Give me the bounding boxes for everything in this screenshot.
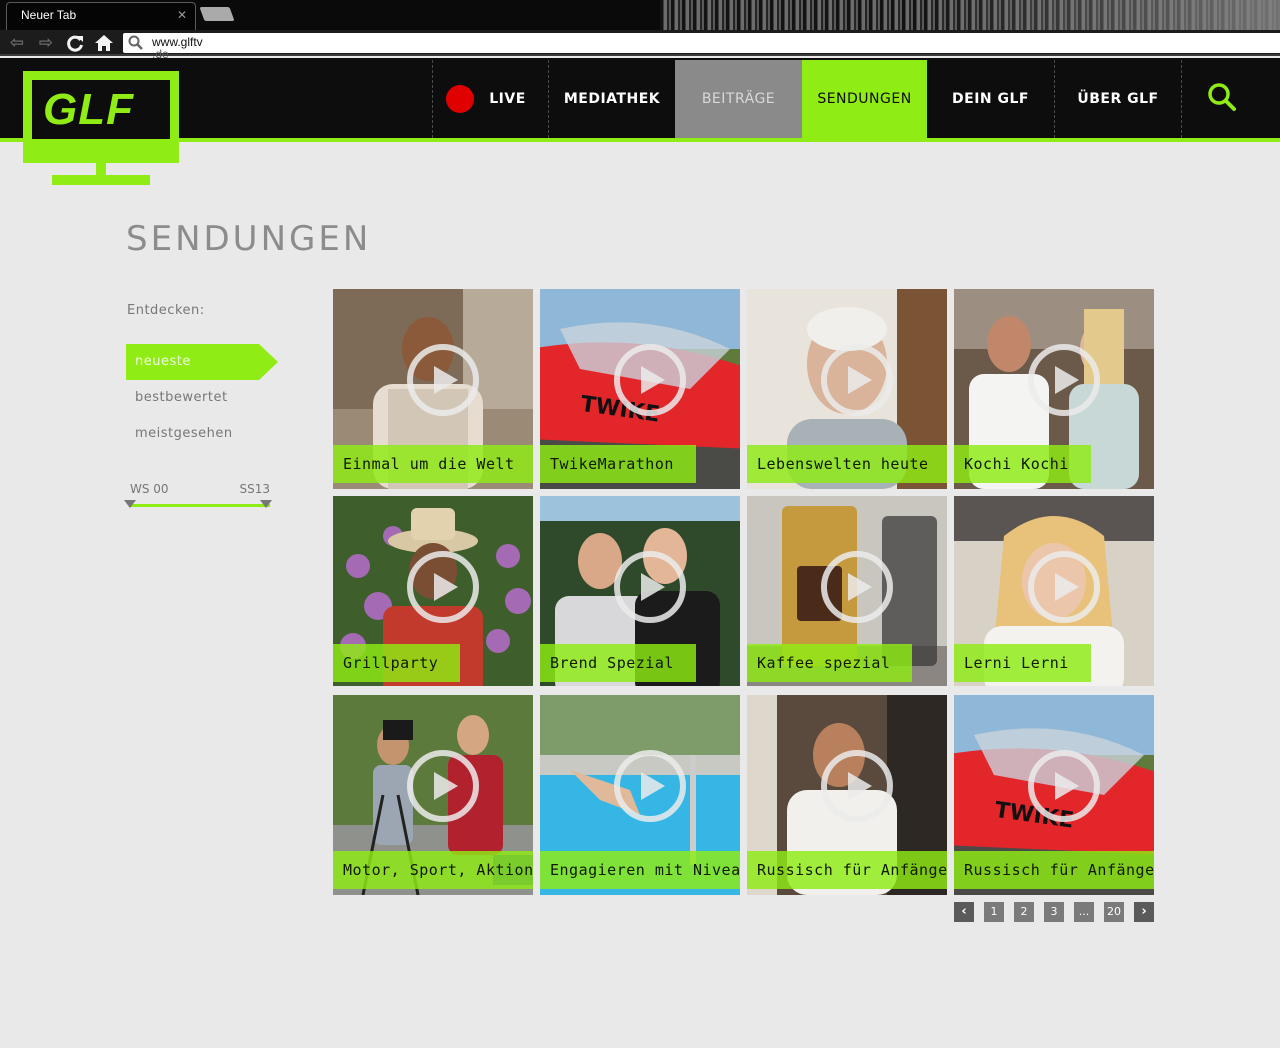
- show-title: Motor, Sport, Aktion: [333, 851, 533, 889]
- semester-range-slider: WS 00 SS13: [124, 480, 276, 510]
- show-tile[interactable]: Engagieren mit Niveau: [540, 695, 740, 895]
- forward-arrow-icon[interactable]: ⇨: [35, 33, 57, 53]
- nav-live[interactable]: LIVE: [432, 60, 548, 138]
- nav-mediathek-label: MEDIATHEK: [563, 91, 661, 107]
- logo-text: GLF: [43, 85, 134, 134]
- pagination-prev-icon[interactable]: ‹: [954, 902, 974, 922]
- pagination-page[interactable]: 20: [1104, 902, 1124, 922]
- reload-icon[interactable]: [64, 33, 86, 53]
- range-from-label: WS 00: [130, 482, 169, 496]
- show-tile[interactable]: TWIKE TwikeMarathon: [540, 289, 740, 489]
- show-title: Brend Spezial: [540, 644, 696, 682]
- show-tile[interactable]: Motor, Sport, Aktion: [333, 695, 533, 895]
- show-tile[interactable]: Einmal um die Welt: [333, 289, 533, 489]
- play-icon[interactable]: [819, 748, 895, 824]
- nav-ueber-glf[interactable]: ÜBER GLF: [1054, 60, 1181, 138]
- back-arrow-icon[interactable]: ⇦: [6, 33, 28, 53]
- nav-ueber-glf-label: ÜBER GLF: [1077, 91, 1159, 107]
- range-to-label: SS13: [239, 482, 270, 496]
- pagination-page[interactable]: 1: [984, 902, 1004, 922]
- play-icon[interactable]: [612, 342, 688, 418]
- play-icon[interactable]: [612, 748, 688, 824]
- show-tile[interactable]: Lebenswelten heute: [747, 289, 947, 489]
- show-title: TwikeMarathon: [540, 445, 696, 483]
- show-title: Russisch für Anfänger: [747, 851, 947, 889]
- nav-dein-glf-label: DEIN GLF: [952, 91, 1029, 107]
- play-icon[interactable]: [1026, 748, 1102, 824]
- site-search-icon[interactable]: [1207, 82, 1237, 112]
- show-title: Engagieren mit Niveau: [540, 851, 740, 889]
- play-icon[interactable]: [819, 549, 895, 625]
- pagination-page[interactable]: 3: [1044, 902, 1064, 922]
- show-tile[interactable]: Lerni Lerni: [954, 496, 1154, 686]
- glf-logo[interactable]: GLF: [23, 71, 179, 187]
- header-accent-line: [0, 138, 1280, 142]
- show-tile[interactable]: Brend Spezial: [540, 496, 740, 686]
- play-icon[interactable]: [1026, 342, 1102, 418]
- browser-toolbar: ⇦ ⇨ www.glftv .de: [0, 30, 1280, 60]
- tab-title: Neuer Tab: [21, 8, 77, 22]
- new-tab-button[interactable]: [199, 7, 235, 21]
- nav-sendungen[interactable]: SENDUNGEN: [802, 60, 927, 138]
- show-tile[interactable]: Grillparty: [333, 496, 533, 686]
- pagination-page[interactable]: ...: [1074, 902, 1094, 922]
- show-title: Kochi Kochi: [954, 445, 1091, 483]
- tabstrip-background: [660, 0, 1280, 30]
- show-title: Einmal um die Welt: [333, 445, 533, 483]
- nav-beitraege-label: BEITRÄGE: [701, 91, 776, 107]
- filter-bestbewertet-label: bestbewertet: [135, 390, 228, 405]
- show-tile[interactable]: Russisch für Anfänger: [747, 695, 947, 895]
- play-icon[interactable]: [405, 748, 481, 824]
- range-handle-right[interactable]: [260, 500, 272, 508]
- show-title: Lerni Lerni: [954, 644, 1091, 682]
- show-tile[interactable]: Kaffee spezial: [747, 496, 947, 686]
- filter-meistgesehen[interactable]: meistgesehen: [126, 416, 278, 452]
- show-title: Grillparty: [333, 644, 461, 682]
- show-title: Russisch für Anfänger: [954, 851, 1154, 889]
- show-tile[interactable]: TWIKE Russisch für Anfänger: [954, 695, 1154, 895]
- filter-neueste[interactable]: neueste: [126, 344, 278, 380]
- nav-live-label: LIVE: [489, 91, 526, 107]
- play-icon[interactable]: [612, 549, 688, 625]
- search-icon: [128, 35, 143, 50]
- show-title: Kaffee spezial: [747, 644, 913, 682]
- browser-tab[interactable]: Neuer Tab ✕: [6, 2, 196, 30]
- play-icon[interactable]: [405, 342, 481, 418]
- range-handle-left[interactable]: [124, 500, 136, 508]
- range-track[interactable]: [130, 504, 270, 507]
- nav-sendungen-label: SENDUNGEN: [817, 91, 912, 107]
- browser-tab-strip: Neuer Tab ✕: [0, 0, 1280, 30]
- page-title: SENDUNGEN: [126, 219, 372, 259]
- play-icon[interactable]: [1026, 549, 1102, 625]
- nav-beitraege[interactable]: BEITRÄGE: [675, 60, 802, 138]
- play-icon[interactable]: [405, 549, 481, 625]
- pagination-page[interactable]: 2: [1014, 902, 1034, 922]
- show-title: Lebenswelten heute: [747, 445, 947, 483]
- nav-mediathek[interactable]: MEDIATHEK: [548, 60, 675, 138]
- show-tile[interactable]: Kochi Kochi: [954, 289, 1154, 489]
- filter-meistgesehen-label: meistgesehen: [135, 426, 233, 441]
- address-bar[interactable]: www.glftv .de: [123, 33, 1280, 60]
- nav-dein-glf[interactable]: DEIN GLF: [927, 60, 1054, 138]
- filter-bestbewertet[interactable]: bestbewertet: [126, 380, 278, 416]
- discover-label: Entdecken:: [127, 303, 205, 318]
- play-icon[interactable]: [819, 342, 895, 418]
- home-icon[interactable]: [93, 33, 115, 53]
- address-text: www.glftv .de: [152, 35, 203, 61]
- filter-neueste-label: neueste: [135, 354, 191, 369]
- pagination-next-icon[interactable]: ›: [1134, 902, 1154, 922]
- logo-tv-stand: [52, 175, 150, 185]
- close-tab-icon[interactable]: ✕: [177, 8, 187, 22]
